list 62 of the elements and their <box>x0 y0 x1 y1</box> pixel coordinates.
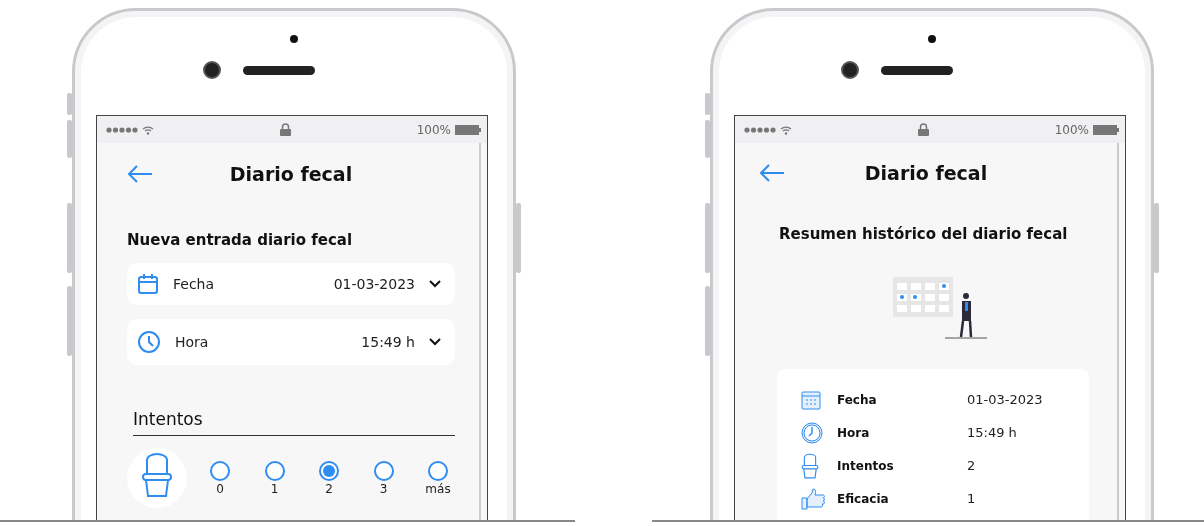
summary-value: 01-03-2023 <box>967 392 1044 407</box>
radio-button[interactable] <box>373 460 394 481</box>
battery-icon <box>455 124 481 135</box>
signal-wifi-icon <box>743 124 793 135</box>
radio-button[interactable] <box>264 460 285 481</box>
chevron-down-icon <box>429 280 441 288</box>
battery-icon <box>1093 124 1119 135</box>
side-button[interactable] <box>67 203 72 273</box>
calendar-icon <box>137 273 159 295</box>
section-title: Resumen histórico del diario fecal <box>779 225 1069 243</box>
clock-icon <box>137 330 161 354</box>
screen-title: Diario fecal <box>863 162 989 184</box>
back-arrow-icon <box>127 164 153 184</box>
speaker-grille <box>881 65 953 75</box>
back-button[interactable] <box>759 163 785 183</box>
summary-value: 2 <box>967 458 977 473</box>
section-title: Nueva entrada diario fecal <box>127 231 354 249</box>
side-button[interactable] <box>67 286 72 356</box>
screen-title: Diario fecal <box>228 163 354 185</box>
thumbs-up-icon <box>801 487 825 510</box>
sensor-dot <box>928 35 936 43</box>
side-button[interactable] <box>705 120 710 158</box>
lock-icon <box>918 123 930 136</box>
side-button[interactable] <box>705 286 710 356</box>
radio-button[interactable] <box>210 460 230 481</box>
side-button[interactable] <box>67 93 72 115</box>
side-button[interactable] <box>516 203 521 273</box>
summary-label: Intentos <box>837 458 895 473</box>
signal-wifi-icon <box>105 124 155 135</box>
summary-label: Fecha <box>837 392 878 407</box>
chevron-down-icon <box>429 338 441 346</box>
picker-field[interactable]: Fecha 01-03-2023 <box>127 263 455 305</box>
battery-percentage: 100% <box>1054 122 1089 137</box>
summary-label: Eficacia <box>837 491 890 506</box>
picker-field[interactable]: Hora 15:49 h <box>127 319 455 365</box>
camera-lens <box>841 61 859 79</box>
side-button[interactable] <box>1154 203 1159 273</box>
toilet-icon <box>141 452 173 498</box>
battery-percentage: 100% <box>416 122 451 137</box>
camera-lens <box>203 61 221 79</box>
back-button[interactable] <box>127 164 153 184</box>
toilet-icon <box>801 452 819 479</box>
side-button[interactable] <box>705 93 710 115</box>
summary-value: 1 <box>967 491 977 506</box>
side-button[interactable] <box>705 203 710 273</box>
side-button[interactable] <box>67 120 72 158</box>
radio-option[interactable]: más <box>421 460 455 496</box>
back-arrow-icon <box>759 163 785 183</box>
radio-option[interactable]: 3 <box>366 460 401 496</box>
lock-icon <box>280 123 292 136</box>
radio-option[interactable]: 0 <box>203 460 237 496</box>
radio-option[interactable]: 1 <box>257 460 292 496</box>
clock-icon <box>801 421 823 444</box>
radio-button[interactable] <box>319 460 339 481</box>
calendar-icon <box>801 389 821 410</box>
radio-button[interactable] <box>428 460 448 481</box>
sensor-dot <box>290 35 298 43</box>
speaker-grille <box>243 65 315 75</box>
section-title: Intentos <box>133 409 455 436</box>
summary-label: Hora <box>837 425 871 440</box>
summary-value: 15:49 h <box>967 425 1018 440</box>
radio-option[interactable]: 2 <box>312 460 346 496</box>
